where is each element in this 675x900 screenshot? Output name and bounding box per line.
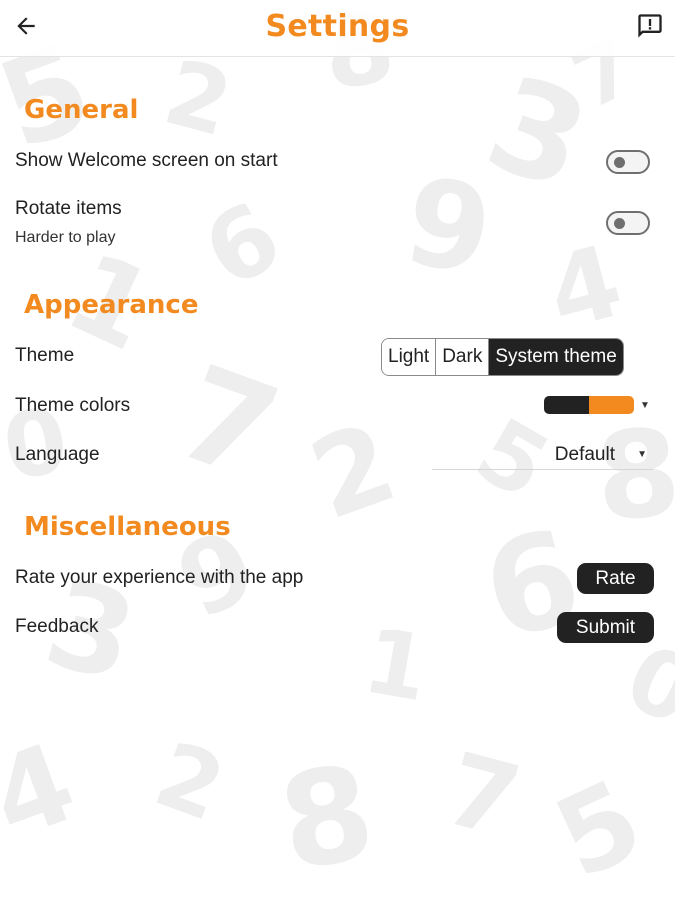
rotate-items-toggle[interactable] [606, 211, 650, 235]
section-title-miscellaneous: Miscellaneous [24, 512, 231, 542]
theme-color-swatch [544, 396, 634, 414]
language-label: Language [15, 444, 100, 465]
toggle-knob [614, 218, 625, 229]
language-dropdown[interactable]: Default ▼ [432, 441, 653, 470]
app-bar: Settings [0, 0, 675, 57]
rotate-items-label: Rotate items [15, 198, 122, 219]
theme-option-dark[interactable]: Dark [436, 339, 490, 375]
theme-option-light[interactable]: Light [382, 339, 437, 375]
welcome-screen-label: Show Welcome screen on start [15, 150, 278, 171]
color-swatch-dark [544, 396, 589, 414]
theme-segmented-control: Light Dark System theme [381, 338, 624, 376]
theme-colors-dropdown[interactable]: ▼ [544, 395, 650, 415]
submit-feedback-button[interactable]: Submit [557, 612, 654, 643]
toggle-knob [614, 157, 625, 168]
rate-button[interactable]: Rate [577, 563, 654, 594]
language-value: Default [554, 444, 615, 465]
settings-screen: Settings General Show Welcome screen on … [0, 0, 675, 900]
report-message-icon [638, 14, 662, 38]
feedback-label: Feedback [15, 616, 99, 637]
theme-label: Theme [15, 345, 75, 366]
page-title: Settings [265, 9, 410, 44]
caret-down-icon: ▼ [640, 399, 650, 411]
welcome-screen-toggle[interactable] [606, 150, 650, 174]
theme-option-system[interactable]: System theme [489, 339, 623, 375]
caret-down-icon: ▼ [637, 449, 647, 460]
section-title-appearance: Appearance [24, 290, 199, 320]
theme-colors-label: Theme colors [15, 395, 131, 416]
rate-experience-label: Rate your experience with the app [15, 567, 304, 588]
report-feedback-button[interactable] [633, 10, 667, 42]
section-title-general: General [24, 95, 139, 125]
rotate-items-sublabel: Harder to play [15, 229, 116, 246]
color-swatch-orange [589, 396, 634, 414]
